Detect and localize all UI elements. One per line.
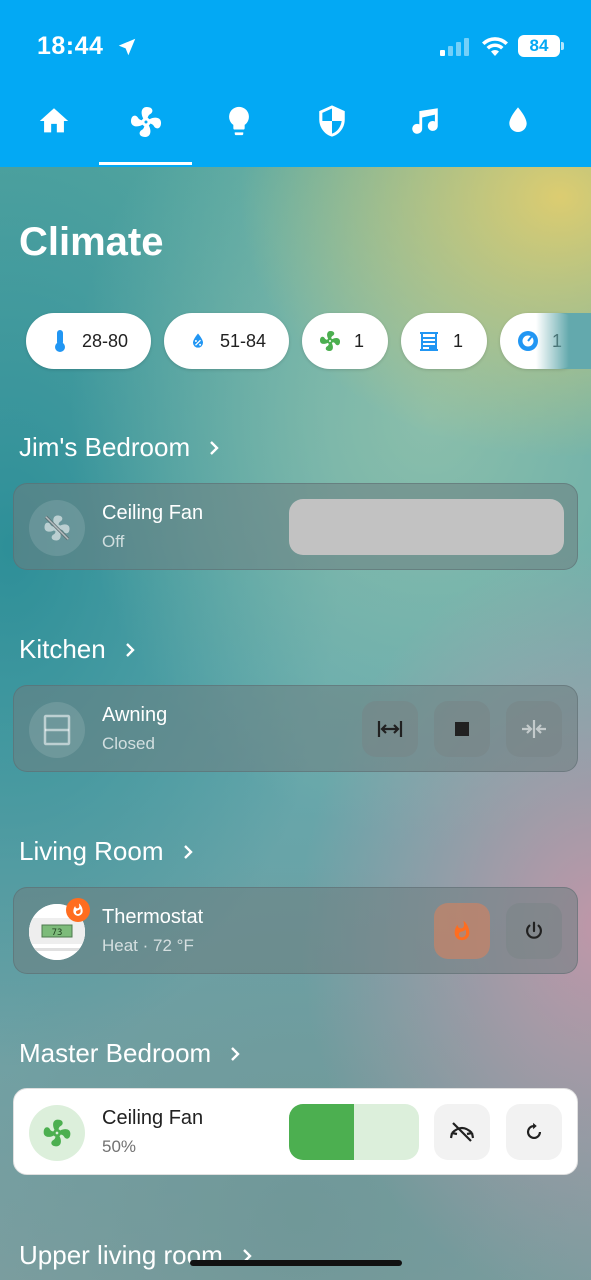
stop-icon <box>455 722 469 736</box>
chevron-right-icon <box>125 642 135 657</box>
oscillate-button[interactable] <box>434 1104 490 1160</box>
fan-icon <box>318 329 342 353</box>
battery-indicator: 84 <box>518 35 560 57</box>
device-icon-button[interactable] <box>29 702 85 758</box>
area-title-upper-living-room[interactable]: Upper living room <box>19 1240 253 1271</box>
device-card-thermostat[interactable]: 73 Thermostat Heat · 72 °F <box>13 887 578 974</box>
fan-speed-slider[interactable] <box>289 1104 419 1160</box>
window-shutter-icon <box>417 329 441 353</box>
humidity-icon <box>186 329 210 353</box>
device-card-ceiling-fan-master[interactable]: Ceiling Fan 50% <box>13 1088 578 1175</box>
oscillate-off-icon <box>449 1122 475 1142</box>
tab-climate[interactable] <box>99 90 192 167</box>
tab-media[interactable] <box>378 90 471 167</box>
device-icon-button[interactable] <box>29 500 85 556</box>
tab-selected-indicator <box>99 162 192 165</box>
chip-humidity[interactable]: 51-84 <box>164 313 289 369</box>
fan-icon <box>130 107 161 137</box>
area-title-kitchen[interactable]: Kitchen <box>19 634 136 665</box>
fan-icon <box>43 1119 71 1147</box>
chevron-right-icon <box>210 440 219 455</box>
status-time: 18:44 <box>37 32 104 60</box>
page-title: Climate <box>19 220 164 264</box>
open-cover-button[interactable] <box>362 701 418 757</box>
area-title-label: Master Bedroom <box>19 1038 212 1068</box>
fire-icon <box>454 920 470 941</box>
chip-covers-value: 1 <box>453 330 464 351</box>
location-arrow-icon <box>118 38 136 56</box>
power-button[interactable] <box>506 903 562 959</box>
shield-icon <box>318 105 345 137</box>
stop-cover-button[interactable] <box>434 701 490 757</box>
arrow-collapse-horizontal-icon <box>522 720 546 738</box>
chip-humidity-value: 51-84 <box>220 330 267 351</box>
heating-badge <box>66 898 90 922</box>
chip-fans-value: 1 <box>354 330 365 351</box>
device-name: Ceiling Fan <box>102 1107 204 1129</box>
area-title-label: Jim's Bedroom <box>19 432 191 462</box>
tab-water[interactable] <box>471 90 564 167</box>
chip-fans[interactable]: 1 <box>302 313 388 369</box>
device-icon-button[interactable] <box>29 1105 85 1161</box>
chip-temperature-value: 28-80 <box>82 330 129 351</box>
device-card-awning[interactable]: Awning Closed <box>13 685 578 772</box>
device-name: Ceiling Fan <box>102 502 204 524</box>
battery-level: 84 <box>529 36 549 55</box>
fan-off-icon <box>44 515 70 541</box>
wifi-icon <box>482 37 508 56</box>
area-title-label: Upper living room <box>19 1240 223 1270</box>
chip-scroll-fade <box>536 313 591 369</box>
area-title-master-bedroom[interactable]: Master Bedroom <box>19 1038 241 1069</box>
area-title-label: Kitchen <box>19 634 106 664</box>
close-cover-button[interactable] <box>506 701 562 757</box>
chip-covers[interactable]: 1 <box>401 313 487 369</box>
home-icon <box>39 108 68 133</box>
device-card-ceiling-fan-jims[interactable]: Ceiling Fan Off <box>13 483 578 570</box>
thermometer-icon <box>48 329 72 353</box>
signal-icon <box>440 38 469 56</box>
area-title-label: Living Room <box>19 836 164 866</box>
water-drop-icon <box>508 107 527 132</box>
chevron-right-icon <box>231 1046 240 1061</box>
tab-home[interactable] <box>7 90 100 167</box>
device-state: Heat · 72 °F <box>102 936 194 955</box>
fan-speed-slider-fill <box>289 1104 354 1160</box>
battery-tip <box>561 42 564 50</box>
area-title-living-room[interactable]: Living Room <box>19 836 194 867</box>
device-state: Closed <box>102 734 155 753</box>
music-icon <box>411 108 438 134</box>
thermostat-display: 73 <box>52 928 63 938</box>
chevron-right-icon <box>183 844 193 859</box>
tab-lights[interactable] <box>192 90 285 167</box>
arrow-expand-horizontal-icon <box>377 721 403 737</box>
device-state: 50% <box>102 1137 137 1156</box>
device-name: Thermostat <box>102 906 204 928</box>
fan-speed-slider[interactable] <box>289 499 564 555</box>
area-title-jims-bedroom[interactable]: Jim's Bedroom <box>19 432 220 463</box>
direction-button[interactable] <box>506 1104 562 1160</box>
home-indicator[interactable] <box>190 1260 402 1266</box>
tab-security[interactable] <box>285 90 378 167</box>
fire-icon <box>73 903 83 916</box>
awning-icon <box>43 714 71 746</box>
rotate-icon <box>526 1122 542 1140</box>
power-icon <box>526 921 542 939</box>
lightbulb-icon <box>228 106 249 136</box>
heat-mode-button[interactable] <box>434 903 490 959</box>
device-name: Awning <box>102 704 168 726</box>
device-state: Off <box>102 532 125 551</box>
chip-temperature[interactable]: 28-80 <box>26 313 151 369</box>
